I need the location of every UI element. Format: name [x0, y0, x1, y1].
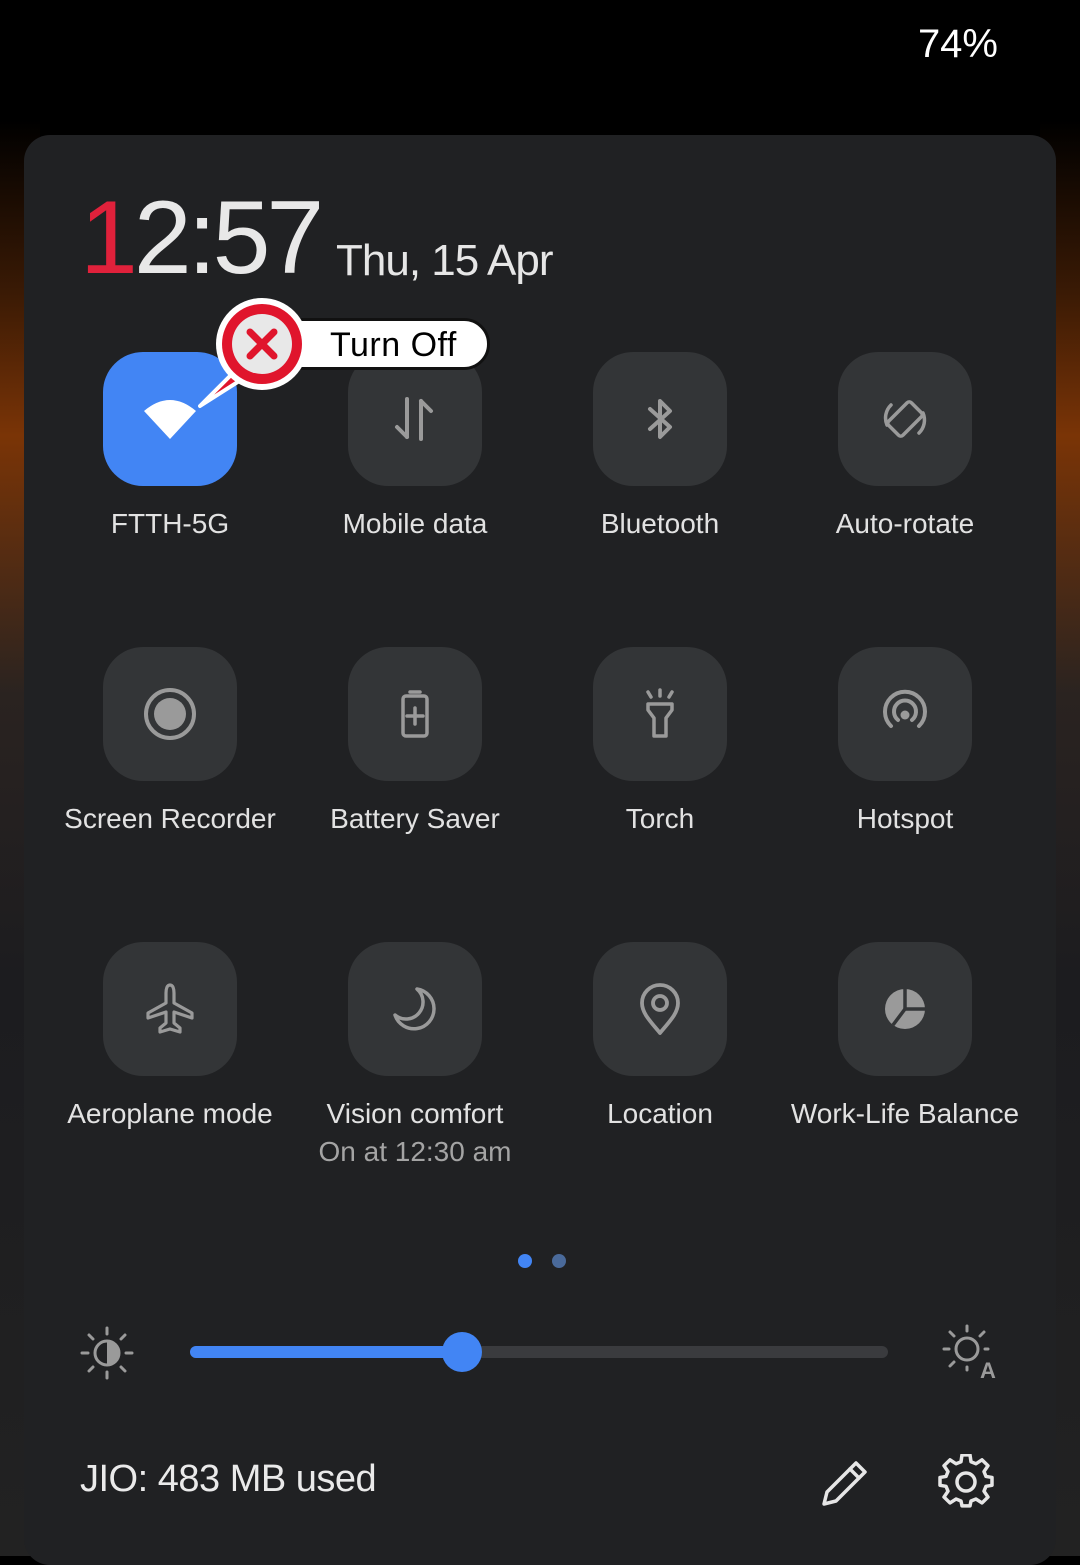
tile-label: Hotspot [856, 803, 954, 834]
tile-auto-rotate[interactable]: Auto-rotate [785, 352, 1025, 540]
screen-recorder-icon [144, 688, 196, 740]
tile-label: Work-Life Balance [790, 1098, 1020, 1129]
tile-torch[interactable]: Torch [540, 647, 780, 835]
tile-mobile-data[interactable]: Mobile data [295, 352, 535, 540]
page-indicator [518, 1254, 566, 1268]
tile-battery-saver[interactable]: Battery Saver [295, 647, 535, 835]
tile-bluetooth[interactable]: Bluetooth [540, 352, 780, 540]
clock[interactable]: 12:57 [80, 186, 324, 290]
tile-label: Screen Recorder [64, 803, 276, 834]
airplane-icon [146, 983, 194, 1034]
tile-aeroplane-mode[interactable]: Aeroplane mode [50, 942, 290, 1130]
turn-off-callout-text: Turn Off [330, 326, 457, 364]
aeroplane-mode-toggle[interactable] [103, 942, 237, 1076]
tile-label: Torch [625, 803, 695, 834]
page-dot-active [518, 1254, 532, 1268]
brightness-icon [80, 1326, 134, 1380]
tile-screen-recorder[interactable]: Screen Recorder [50, 647, 290, 835]
bluetooth-icon [648, 399, 672, 439]
gear-icon[interactable] [938, 1454, 994, 1510]
brightness-slider-thumb[interactable] [442, 1332, 483, 1372]
page-dot [552, 1254, 566, 1268]
tile-label: Battery Saver [330, 803, 500, 834]
location-toggle[interactable] [593, 942, 727, 1076]
auto-brightness-icon[interactable]: A [942, 1324, 1000, 1382]
tile-location[interactable]: Location [540, 942, 780, 1130]
tile-label: Auto-rotate [835, 508, 975, 539]
torch-toggle[interactable] [593, 647, 727, 781]
tile-hotspot[interactable]: Hotspot [785, 647, 1025, 835]
vision-comfort-toggle[interactable] [348, 942, 482, 1076]
tile-label: Aeroplane mode [67, 1098, 273, 1129]
mobile-data-icon [395, 397, 433, 441]
tile-label: FTTH-5G [110, 508, 230, 539]
auto-rotate-toggle[interactable] [838, 352, 972, 486]
date[interactable]: Thu, 15 Apr [336, 236, 553, 286]
tile-label: Bluetooth [600, 508, 720, 539]
work-life-balance-icon [885, 989, 925, 1029]
red-x-marker-icon [198, 298, 308, 408]
tile-label: Vision comfort [326, 1098, 504, 1129]
brightness-slider[interactable] [190, 1332, 888, 1372]
tile-vision-comfort[interactable]: Vision comfort On at 12:30 am [295, 942, 535, 1168]
location-icon [640, 983, 680, 1035]
screen-recorder-toggle[interactable] [103, 647, 237, 781]
battery-saver-toggle[interactable] [348, 647, 482, 781]
tile-work-life-balance[interactable]: Work-Life Balance [785, 942, 1025, 1130]
clock-first-digit: 1 [80, 180, 138, 296]
hotspot-icon [883, 689, 927, 728]
tile-sublabel: On at 12:30 am [318, 1136, 512, 1167]
moon-icon [393, 987, 436, 1031]
tile-label: Location [607, 1098, 713, 1129]
pencil-icon[interactable] [818, 1454, 874, 1510]
battery-saver-icon [401, 690, 429, 738]
bluetooth-toggle[interactable] [593, 352, 727, 486]
brightness-slider-fill [190, 1346, 463, 1358]
wifi-icon [144, 400, 196, 439]
mobile-data-toggle[interactable] [348, 352, 482, 486]
hotspot-toggle[interactable] [838, 647, 972, 781]
auto-rotate-icon [883, 400, 927, 438]
auto-brightness-letter: A [980, 1358, 996, 1382]
clock-rest: 2:57 [133, 180, 324, 296]
tile-label: Mobile data [342, 508, 488, 539]
data-usage-text[interactable]: JIO: 483 MB used [80, 1458, 377, 1501]
work-life-balance-toggle[interactable] [838, 942, 972, 1076]
torch-icon [646, 688, 674, 738]
battery-percentage: 74% [917, 22, 998, 66]
